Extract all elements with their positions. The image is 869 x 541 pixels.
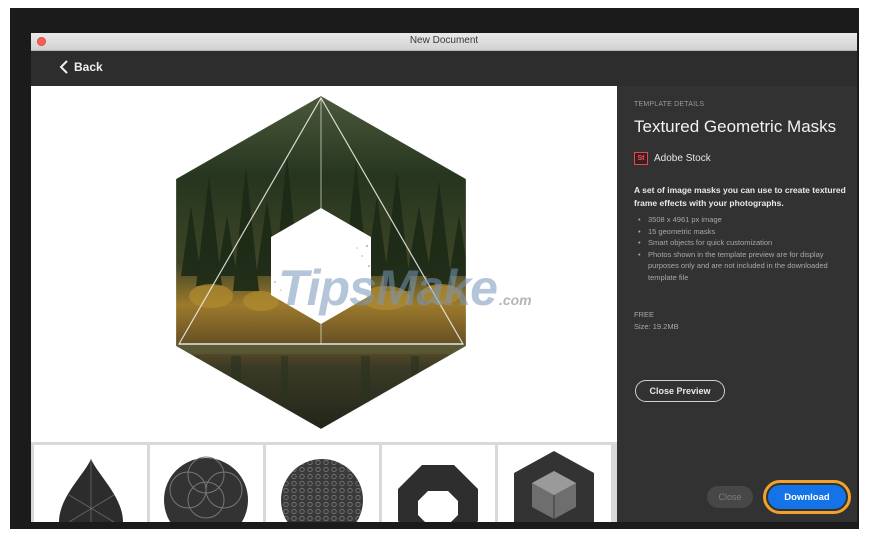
download-button[interactable]: Download bbox=[768, 485, 846, 509]
close-button[interactable]: Close bbox=[707, 486, 753, 508]
teardrop-mask-thumbnail bbox=[59, 459, 123, 522]
adobe-stock-icon: St bbox=[634, 152, 648, 165]
source-badge: St Adobe Stock bbox=[634, 152, 711, 165]
feature-item: 15 geometric masks bbox=[634, 226, 846, 238]
watermark: TipsMake .com bbox=[278, 259, 532, 317]
octagon-ring-mask-thumbnail bbox=[398, 465, 478, 522]
thumbnail-teardrop[interactable] bbox=[34, 445, 147, 522]
circle-hex-mask-thumbnail bbox=[281, 459, 363, 522]
window-title: New Document bbox=[409, 35, 479, 46]
title-bar: New Document bbox=[31, 33, 857, 51]
back-label: Back bbox=[74, 60, 103, 74]
template-title: Textured Geometric Masks bbox=[634, 117, 837, 136]
circle-floral-mask-thumbnail bbox=[164, 456, 248, 522]
watermark-suffix: .com bbox=[498, 292, 532, 308]
feature-item: Photos shown in the template preview are… bbox=[634, 249, 846, 284]
chevron-left-icon bbox=[59, 60, 68, 74]
hexagon-cube-mask-thumbnail bbox=[514, 451, 594, 522]
details-eyebrow: TEMPLATE DETAILS bbox=[634, 101, 705, 108]
thumbnail-hexagon-cube[interactable] bbox=[498, 445, 611, 522]
back-button[interactable]: Back bbox=[59, 60, 103, 74]
thumbnail-circle-hex[interactable] bbox=[266, 445, 379, 522]
feature-item: Smart objects for quick customization bbox=[634, 237, 846, 249]
thumbnail-circle-floral[interactable] bbox=[150, 445, 263, 522]
thumbnail-strip bbox=[31, 442, 617, 522]
source-label: Adobe Stock bbox=[654, 153, 711, 164]
feature-item: 3508 x 4961 px image bbox=[634, 214, 846, 226]
toolbar: Back bbox=[31, 51, 857, 86]
template-features: 3508 x 4961 px image 15 geometric masks … bbox=[634, 214, 846, 283]
template-description: A set of image masks you can use to crea… bbox=[634, 185, 846, 208]
template-preview: TipsMake .com bbox=[31, 86, 617, 442]
file-size: Size: 19.2MB bbox=[634, 322, 679, 331]
watermark-text: TipsMake bbox=[278, 260, 498, 316]
thumbnail-octagon-ring[interactable] bbox=[382, 445, 495, 522]
pricing-info: FREE Size: 19.2MB bbox=[634, 309, 679, 333]
new-document-window: New Document Back TipsMake .com TEMPLATE… bbox=[31, 33, 857, 522]
close-preview-button[interactable]: Close Preview bbox=[635, 380, 725, 402]
template-details-panel: TEMPLATE DETAILS Textured Geometric Mask… bbox=[617, 86, 857, 522]
price-label: FREE bbox=[634, 310, 655, 319]
